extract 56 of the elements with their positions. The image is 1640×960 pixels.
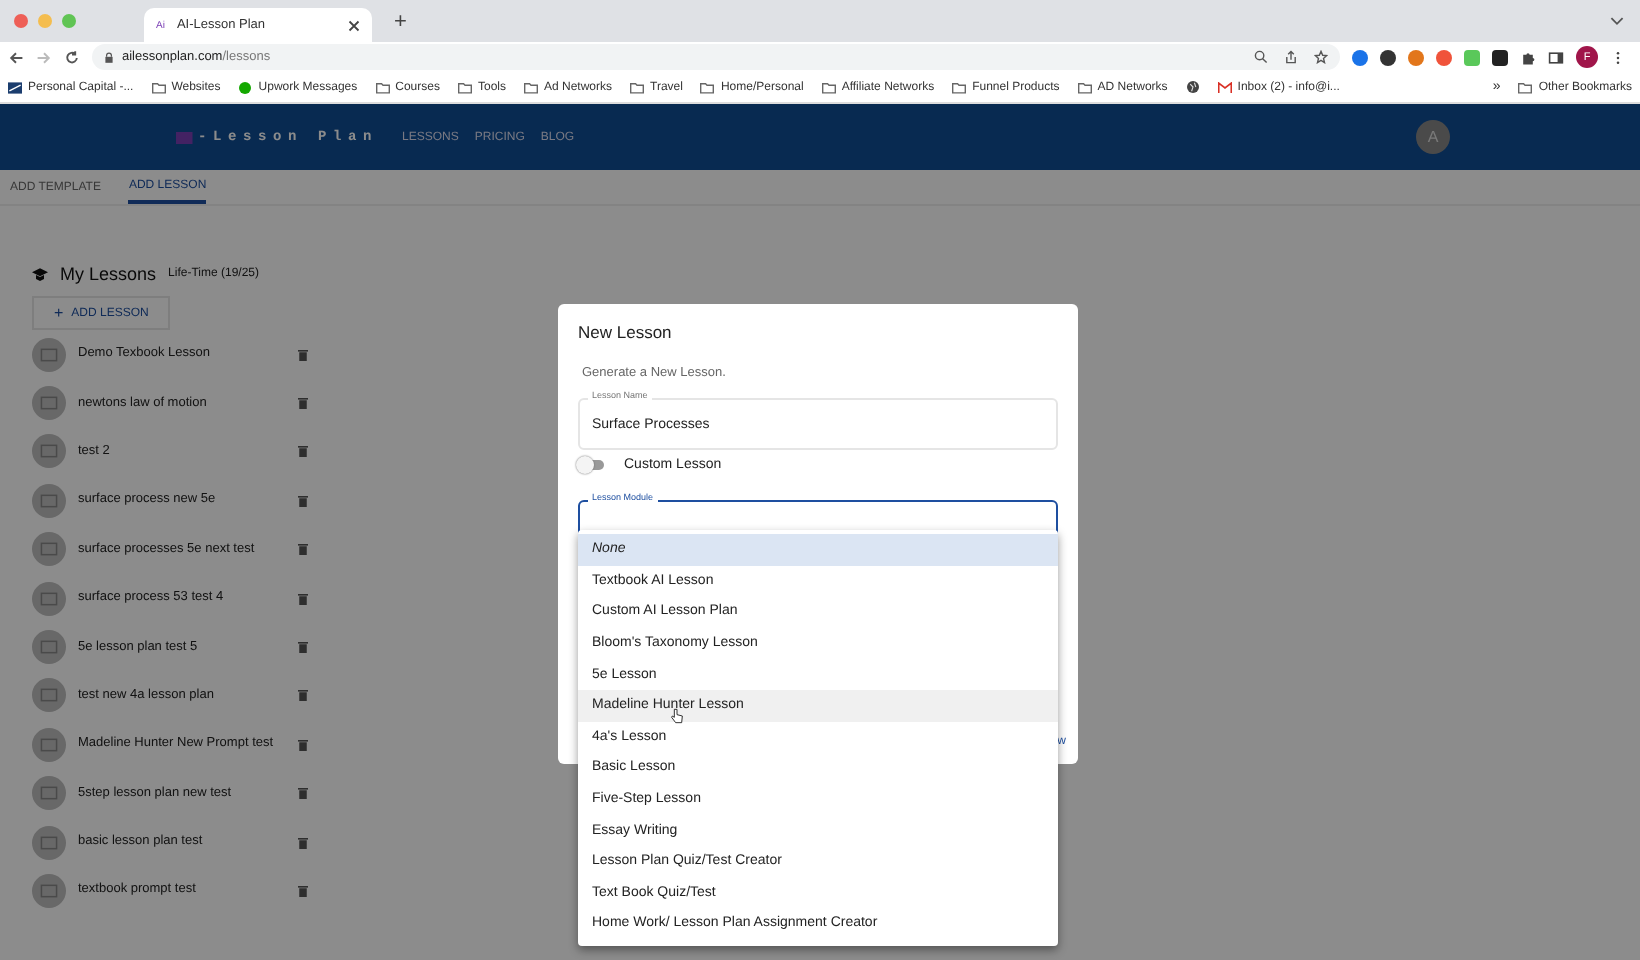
sidebar-icon[interactable] xyxy=(1548,49,1564,65)
lesson-thumbnail-icon xyxy=(32,727,66,762)
lesson-thumbnail-icon xyxy=(32,776,66,811)
lesson-thumbnail-icon xyxy=(32,873,66,908)
star-icon[interactable] xyxy=(1314,50,1328,64)
trash-icon[interactable] xyxy=(298,591,308,606)
folder-icon xyxy=(1518,81,1533,93)
folder-icon xyxy=(375,81,390,93)
search-icon[interactable] xyxy=(1254,50,1268,64)
folder-icon xyxy=(1077,81,1092,93)
trash-icon[interactable] xyxy=(298,883,308,898)
lesson-thumbnail-icon xyxy=(32,337,66,372)
lesson-thumbnail-icon xyxy=(32,825,66,860)
reload-icon[interactable] xyxy=(64,49,80,65)
close-window-icon[interactable] xyxy=(14,14,28,28)
share-icon[interactable] xyxy=(1284,50,1298,64)
folder-icon xyxy=(952,81,967,93)
globe-icon[interactable] xyxy=(1185,80,1200,94)
folder-icon xyxy=(457,81,472,93)
folder-icon xyxy=(700,81,715,93)
lesson-thumbnail-icon xyxy=(32,630,66,665)
mail-icon xyxy=(1217,81,1232,93)
lesson-thumbnail-icon xyxy=(32,386,66,421)
graduation-cap-icon xyxy=(32,267,48,281)
trash-icon[interactable] xyxy=(298,347,308,362)
trash-icon[interactable] xyxy=(298,444,308,459)
trash-icon[interactable] xyxy=(298,688,308,703)
trash-icon[interactable] xyxy=(298,640,308,655)
lesson-thumbnail-icon xyxy=(32,483,66,518)
lesson-thumbnail-icon xyxy=(32,581,66,616)
trash-icon[interactable] xyxy=(298,493,308,508)
circle-icon xyxy=(238,81,253,93)
back-icon[interactable] xyxy=(8,49,24,65)
lesson-thumbnail-icon xyxy=(32,532,66,567)
trash-icon[interactable] xyxy=(298,835,308,850)
folder-icon xyxy=(524,81,538,93)
folder-icon xyxy=(630,81,645,93)
trash-icon[interactable] xyxy=(298,542,308,557)
trash-icon[interactable] xyxy=(298,737,308,752)
folder-icon xyxy=(151,81,166,93)
dialog-title: New Lesson xyxy=(578,322,674,342)
close-icon[interactable] xyxy=(348,19,360,31)
logo-icon xyxy=(176,129,194,145)
site-icon xyxy=(8,81,22,93)
trash-icon[interactable] xyxy=(298,786,308,801)
lock-icon xyxy=(104,51,114,63)
lesson-thumbnail-icon xyxy=(32,678,66,713)
toggle-switch[interactable] xyxy=(580,460,604,470)
lesson-thumbnail-icon xyxy=(32,434,66,469)
trash-icon[interactable] xyxy=(298,396,308,411)
hand-cursor-icon xyxy=(670,708,684,724)
new-tab-button[interactable]: + xyxy=(394,9,407,33)
chevron-down-icon[interactable] xyxy=(1610,16,1624,26)
puzzle-icon[interactable] xyxy=(1520,49,1536,65)
folder-icon xyxy=(821,81,836,93)
section-title: My Lessons xyxy=(60,264,157,284)
